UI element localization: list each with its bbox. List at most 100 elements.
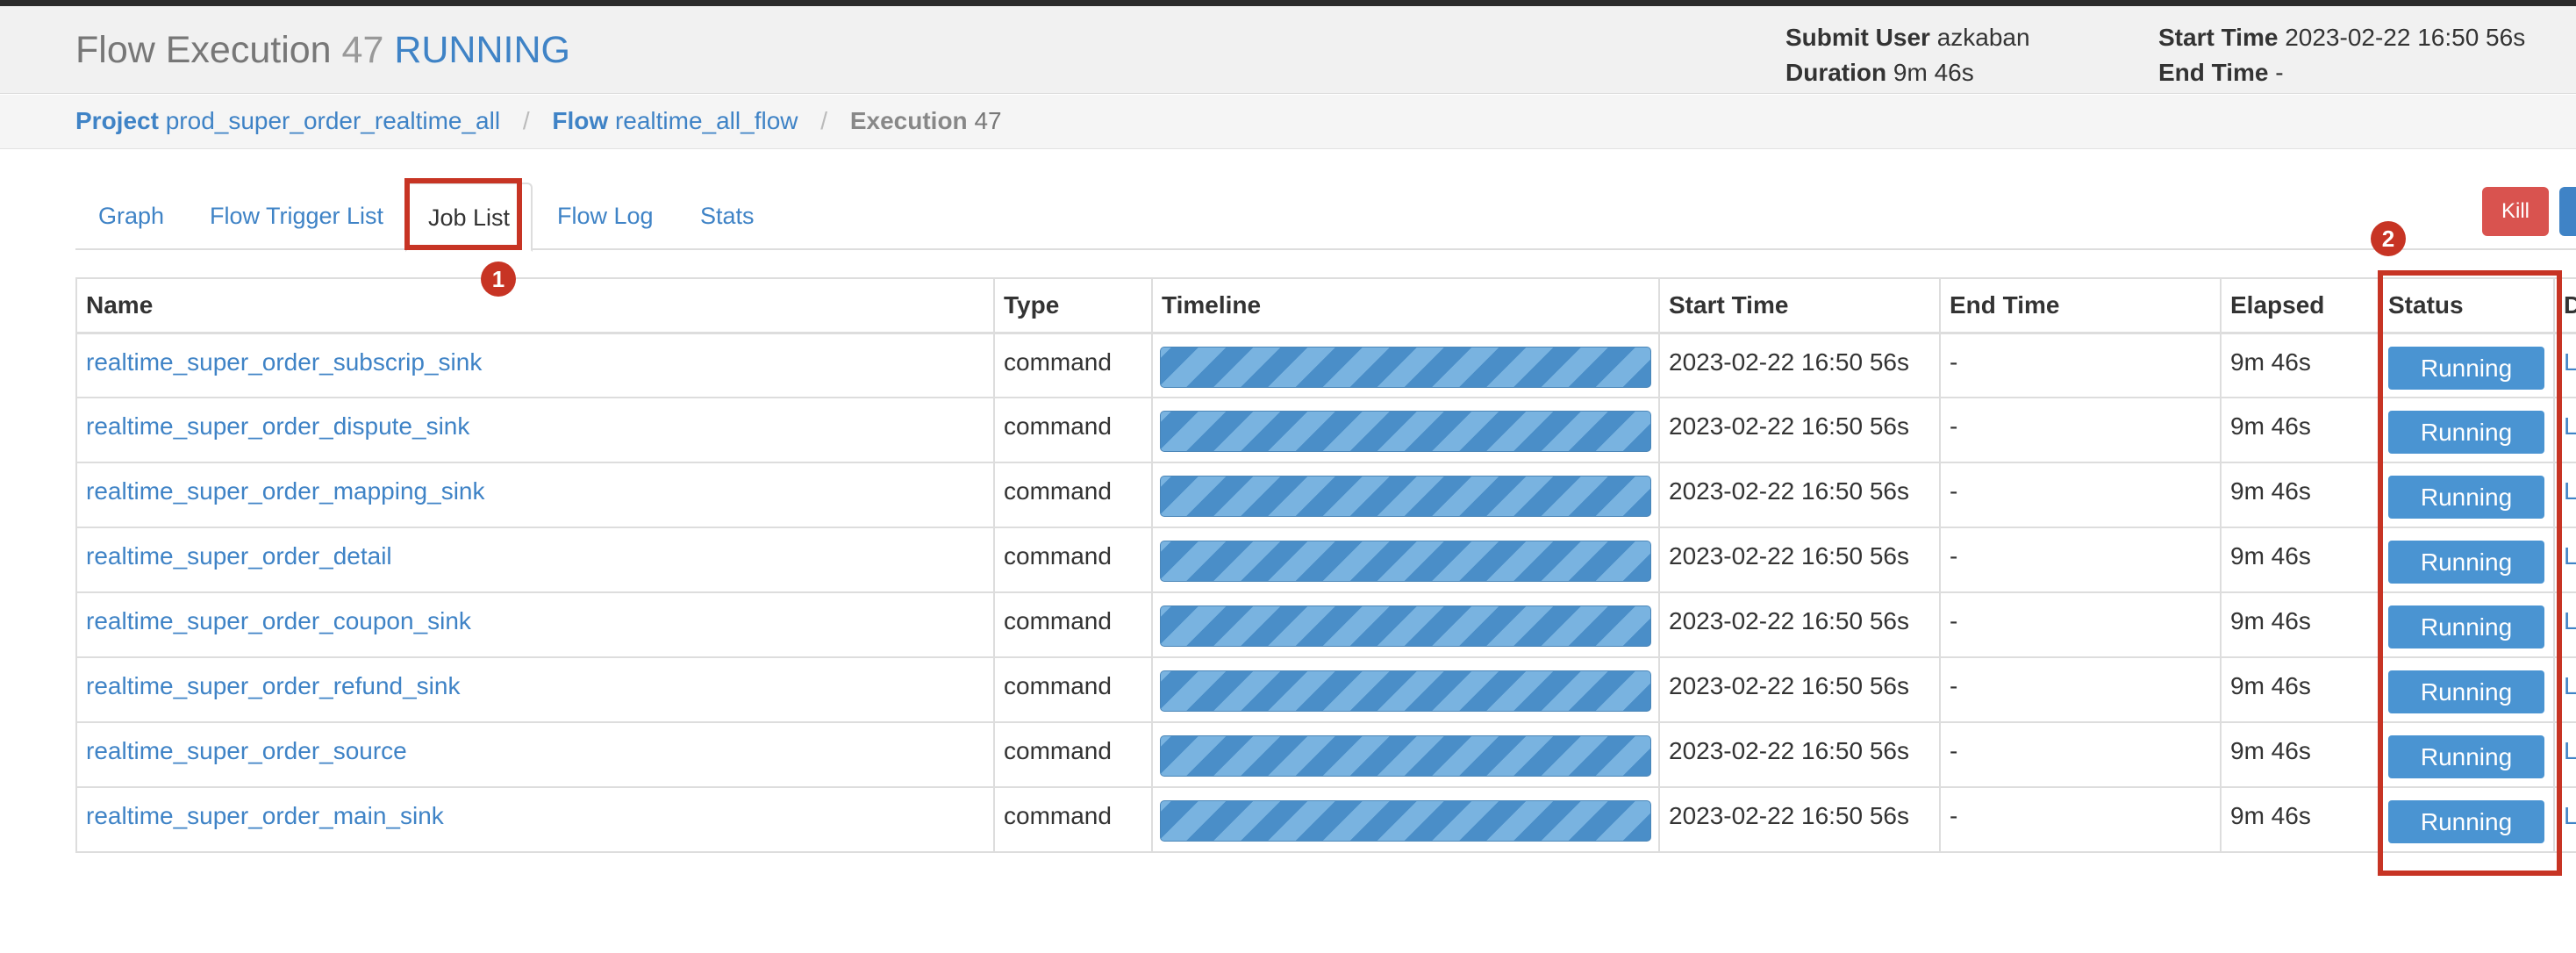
submit-user-label: Submit User: [1785, 24, 1930, 51]
job-log-link[interactable]: L: [2564, 607, 2576, 634]
timeline-bar: [1160, 605, 1651, 647]
annotation-highlight-job-list-tab: [404, 178, 522, 250]
job-start-time: 2023-02-22 16:50 56s: [1658, 786, 1941, 853]
job-list-table: Name Type Timeline Start Time End Time E…: [75, 277, 2576, 853]
breadcrumb-project-name: prod_super_order_realtime_all: [165, 107, 501, 134]
table-row: realtime_super_order_source command 2023…: [75, 721, 2576, 788]
column-header-name[interactable]: Name: [75, 277, 995, 334]
kill-button[interactable]: Kill: [2482, 187, 2549, 236]
duration-label: Duration: [1785, 59, 1887, 86]
submit-user-value: azkaban: [1936, 24, 2030, 51]
job-type: command: [993, 721, 1153, 788]
duration-value: 9m 46s: [1893, 59, 1974, 86]
job-type: command: [993, 397, 1153, 463]
job-elapsed: 9m 46s: [2220, 397, 2379, 463]
breadcrumb-execution-id: 47: [974, 107, 1002, 134]
timeline-bar: [1160, 411, 1651, 452]
job-type: command: [993, 786, 1153, 853]
job-end-time: -: [1939, 786, 2222, 853]
tab-flow-log[interactable]: Flow Log: [557, 183, 654, 250]
job-name-link[interactable]: realtime_super_order_dispute_sink: [86, 412, 469, 440]
job-elapsed: 9m 46s: [2220, 462, 2379, 528]
breadcrumb-separator: /: [522, 107, 530, 134]
column-header-start-time[interactable]: Start Time: [1658, 277, 1941, 334]
job-end-time: -: [1939, 656, 2222, 723]
job-end-time: -: [1939, 721, 2222, 788]
breadcrumb-flow-label: Flow: [552, 107, 609, 134]
breadcrumb-flow-name: realtime_all_flow: [614, 107, 798, 134]
job-start-time: 2023-02-22 16:50 56s: [1658, 656, 1941, 723]
tab-flow-trigger-list[interactable]: Flow Trigger List: [210, 183, 383, 250]
breadcrumb-separator: /: [820, 107, 828, 134]
job-name-link[interactable]: realtime_super_order_mapping_sink: [86, 477, 484, 505]
page-title-text: Flow Execution: [75, 29, 332, 71]
page-title: Flow Execution 47 RUNNING: [75, 29, 570, 72]
column-header-timeline[interactable]: Timeline: [1151, 277, 1660, 334]
execution-id: 47: [341, 29, 384, 71]
timeline-bar: [1160, 541, 1651, 582]
job-elapsed: 9m 46s: [2220, 786, 2379, 853]
job-end-time: -: [1939, 591, 2222, 658]
job-start-time: 2023-02-22 16:50 56s: [1658, 721, 1941, 788]
job-type: command: [993, 656, 1153, 723]
end-time-value: -: [2275, 59, 2284, 86]
breadcrumb-project-label: Project: [75, 107, 159, 134]
breadcrumb-project-link[interactable]: Project prod_super_order_realtime_all: [75, 107, 500, 134]
job-start-time: 2023-02-22 16:50 56s: [1658, 332, 1941, 398]
job-name-link[interactable]: realtime_super_order_main_sink: [86, 802, 444, 829]
job-name-link[interactable]: realtime_super_order_subscrip_sink: [86, 348, 482, 376]
table-row: realtime_super_order_subscrip_sink comma…: [75, 332, 2576, 398]
job-list-table-container: Name Type Timeline Start Time End Time E…: [75, 277, 2576, 853]
job-log-link[interactable]: L: [2564, 672, 2576, 699]
secondary-action-button[interactable]: [2559, 187, 2576, 236]
job-start-time: 2023-02-22 16:50 56s: [1658, 397, 1941, 463]
table-row: realtime_super_order_dispute_sink comman…: [75, 397, 2576, 463]
job-elapsed: 9m 46s: [2220, 591, 2379, 658]
timeline-bar: [1160, 346, 1651, 388]
job-log-link[interactable]: L: [2564, 542, 2576, 570]
tab-graph[interactable]: Graph: [98, 183, 164, 250]
job-log-link[interactable]: L: [2564, 412, 2576, 440]
end-time-label: End Time: [2158, 59, 2269, 86]
breadcrumb: Project prod_super_order_realtime_all / …: [0, 95, 2576, 149]
job-type: command: [993, 527, 1153, 593]
breadcrumb-execution-label: Execution: [849, 107, 968, 134]
timeline-bar: [1160, 476, 1651, 517]
job-name-link[interactable]: realtime_super_order_source: [86, 737, 407, 764]
job-end-time: -: [1939, 397, 2222, 463]
job-name-link[interactable]: realtime_super_order_detail: [86, 542, 392, 570]
job-end-time: -: [1939, 527, 2222, 593]
job-start-time: 2023-02-22 16:50 56s: [1658, 527, 1941, 593]
timeline-bar: [1160, 670, 1651, 712]
table-row: realtime_super_order_refund_sink command…: [75, 656, 2576, 723]
column-header-end-time[interactable]: End Time: [1939, 277, 2222, 334]
job-log-link[interactable]: L: [2564, 737, 2576, 764]
start-time-label: Start Time: [2158, 24, 2279, 51]
top-bar: [0, 0, 2576, 6]
table-row: realtime_super_order_main_sink command 2…: [75, 786, 2576, 853]
table-header-row: Name Type Timeline Start Time End Time E…: [75, 277, 2576, 334]
job-elapsed: 9m 46s: [2220, 527, 2379, 593]
breadcrumb-flow-link[interactable]: Flow realtime_all_flow: [552, 107, 798, 134]
job-log-link[interactable]: L: [2564, 477, 2576, 505]
job-name-link[interactable]: realtime_super_order_refund_sink: [86, 672, 460, 699]
start-time-value: 2023-02-22 16:50 56s: [2285, 24, 2526, 51]
execution-status: RUNNING: [394, 29, 570, 71]
breadcrumb-execution: Execution 47: [850, 107, 1002, 134]
column-header-type[interactable]: Type: [993, 277, 1153, 334]
job-name-link[interactable]: realtime_super_order_coupon_sink: [86, 607, 471, 634]
annotation-highlight-status-column: [2378, 270, 2562, 876]
job-elapsed: 9m 46s: [2220, 721, 2379, 788]
time-info: Start Time 2023-02-22 16:50 56s End Time…: [2158, 20, 2525, 90]
job-log-link[interactable]: L: [2564, 348, 2576, 376]
job-start-time: 2023-02-22 16:50 56s: [1658, 462, 1941, 528]
table-row: realtime_super_order_detail command 2023…: [75, 527, 2576, 593]
table-row: realtime_super_order_coupon_sink command…: [75, 591, 2576, 658]
page-header: Flow Execution 47 RUNNING Submit User az…: [0, 6, 2576, 94]
tab-stats[interactable]: Stats: [700, 183, 755, 250]
column-header-elapsed[interactable]: Elapsed: [2220, 277, 2379, 334]
job-type: command: [993, 591, 1153, 658]
job-elapsed: 9m 46s: [2220, 332, 2379, 398]
job-start-time: 2023-02-22 16:50 56s: [1658, 591, 1941, 658]
job-log-link[interactable]: L: [2564, 802, 2576, 829]
